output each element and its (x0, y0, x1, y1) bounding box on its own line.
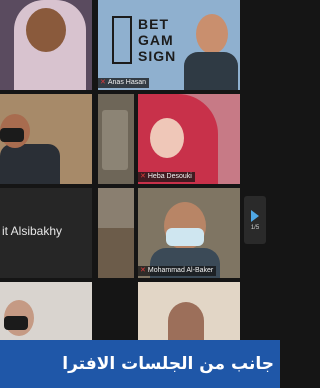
video-grid: BET GAM SIGN ✕ Anas Hasan ✕ Heba Desouki i… (0, 0, 280, 340)
caption-text: جانب من الجلسات الافترا (62, 354, 274, 374)
face-mask (0, 128, 24, 142)
participant-tile[interactable]: BET GAM SIGN ✕ Anas Hasan (98, 0, 240, 90)
participant-name-placeholder: it Alsibakhy (2, 224, 63, 238)
participant-face (196, 14, 228, 54)
participant-video (102, 110, 128, 170)
participant-tile[interactable] (0, 0, 92, 90)
participant-face (168, 302, 204, 340)
participant-face (26, 8, 66, 52)
participant-video (98, 228, 134, 278)
participant-tile[interactable]: ✕ Mohammad Al-Baker (138, 188, 240, 278)
next-page-button[interactable]: 1/5 (244, 196, 266, 244)
background-logo-line: GAM (138, 32, 174, 48)
mic-muted-icon: ✕ (100, 79, 106, 86)
fraternity-crest-icon (112, 16, 132, 64)
participant-video (184, 52, 238, 90)
participant-tile[interactable]: ✕ Heba Desouki (138, 94, 240, 184)
participant-tile[interactable] (138, 282, 240, 340)
participant-video (0, 144, 60, 184)
background-logo-line: SIGN (138, 48, 177, 64)
participant-name-tag: ✕ Anas Hasan (98, 78, 150, 88)
participant-name-tag: ✕ Mohammad Al-Baker (138, 266, 217, 276)
caption-banner: جانب من الجلسات الافترا (0, 340, 280, 388)
participant-face (150, 118, 184, 158)
participant-tile[interactable] (0, 94, 92, 184)
participant-tile[interactable] (0, 282, 92, 340)
face-mask (166, 228, 204, 246)
mic-muted-icon: ✕ (140, 173, 146, 180)
participant-tile[interactable] (98, 188, 134, 278)
participant-name-tag: ✕ Heba Desouki (138, 172, 195, 182)
chevron-right-icon (251, 209, 259, 222)
participant-tile[interactable]: it Alsibakhy (0, 188, 92, 278)
page-indicator: 1/5 (250, 224, 260, 231)
participant-tile[interactable] (98, 94, 134, 184)
face-mask (4, 316, 28, 330)
mic-muted-icon: ✕ (140, 267, 146, 274)
background-logo-line: BET (138, 16, 169, 32)
